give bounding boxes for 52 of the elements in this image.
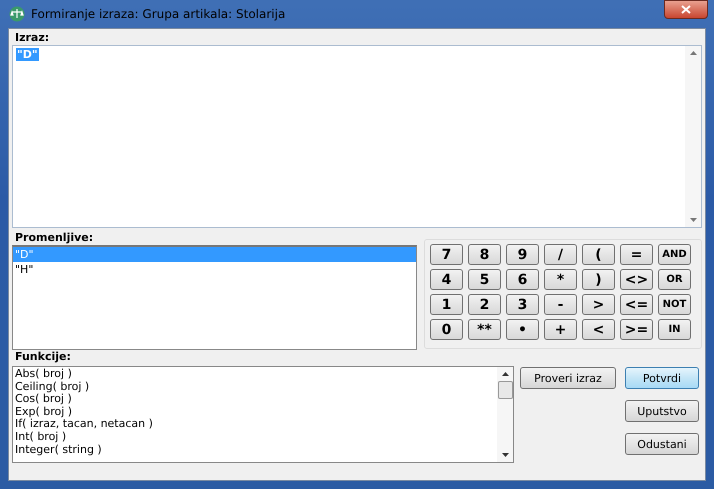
key-button[interactable]: >= bbox=[620, 319, 653, 340]
key-button[interactable]: * bbox=[544, 269, 577, 290]
list-item[interactable]: Exp( broj ) bbox=[13, 406, 497, 418]
list-item[interactable]: If( izraz, tacan, netacan ) bbox=[13, 418, 497, 431]
dialog-button[interactable]: Odustani bbox=[625, 433, 699, 455]
list-item[interactable]: Abs( broj ) bbox=[13, 368, 497, 381]
key-button[interactable]: 8 bbox=[468, 244, 501, 265]
list-item[interactable]: Ceiling( broj ) bbox=[13, 380, 497, 394]
key-button[interactable]: ( bbox=[582, 244, 615, 265]
list-item[interactable]: Integer( string ) bbox=[13, 444, 497, 456]
key-button[interactable]: AND bbox=[658, 244, 691, 265]
key-button[interactable]: + bbox=[544, 319, 577, 340]
key-button[interactable]: ** bbox=[468, 319, 501, 340]
close-button[interactable] bbox=[664, 0, 708, 19]
key-button[interactable]: 5 bbox=[468, 269, 501, 290]
dialog-button[interactable]: Potvrdi bbox=[625, 367, 699, 389]
key-button[interactable]: 3 bbox=[506, 294, 539, 315]
key-button[interactable]: > bbox=[582, 294, 615, 315]
field-label: Promenljive: bbox=[14, 231, 94, 245]
key-button[interactable]: <> bbox=[620, 269, 653, 290]
expression-text: "D" bbox=[16, 48, 39, 61]
key-button[interactable]: / bbox=[544, 244, 577, 265]
key-button[interactable]: IN bbox=[658, 319, 691, 340]
key-button[interactable]: 2 bbox=[468, 294, 501, 315]
key-button[interactable]: <= bbox=[620, 294, 653, 315]
key-button[interactable]: 1 bbox=[430, 294, 463, 315]
key-button[interactable]: 0 bbox=[430, 319, 463, 340]
dialog-button[interactable]: Uputstvo bbox=[625, 400, 699, 422]
scales-icon bbox=[8, 6, 26, 22]
field-label: Funkcije: bbox=[14, 350, 72, 364]
scrollbar[interactable] bbox=[497, 367, 513, 462]
up-arrow-icon[interactable] bbox=[502, 372, 508, 376]
list-item[interactable]: "H" bbox=[13, 262, 416, 277]
window-title: Formiranje izraza: Grupa artikala: Stolarija bbox=[31, 7, 286, 21]
key-button[interactable]: < bbox=[582, 319, 615, 340]
key-button[interactable]: 7 bbox=[430, 244, 463, 265]
key-button[interactable]: OR bbox=[658, 269, 691, 290]
key-button[interactable]: • bbox=[506, 319, 539, 340]
list-item[interactable]: Int( broj ) bbox=[13, 430, 497, 444]
list-item[interactable]: Cos( broj ) bbox=[13, 393, 497, 406]
check-button[interactable]: Proveri izraz bbox=[520, 367, 616, 389]
key-button[interactable]: - bbox=[544, 294, 577, 315]
key-button[interactable]: ) bbox=[582, 269, 615, 290]
key-button[interactable]: 9 bbox=[506, 244, 539, 265]
key-button[interactable]: NOT bbox=[658, 294, 691, 315]
down-arrow-icon[interactable] bbox=[502, 453, 508, 457]
close-icon bbox=[681, 5, 691, 14]
key-button[interactable]: = bbox=[620, 244, 653, 265]
scroll-thumb[interactable] bbox=[498, 381, 512, 399]
field-label: Izraz: bbox=[14, 31, 50, 45]
key-button[interactable]: 6 bbox=[506, 269, 539, 290]
key-button[interactable]: 4 bbox=[430, 269, 463, 290]
